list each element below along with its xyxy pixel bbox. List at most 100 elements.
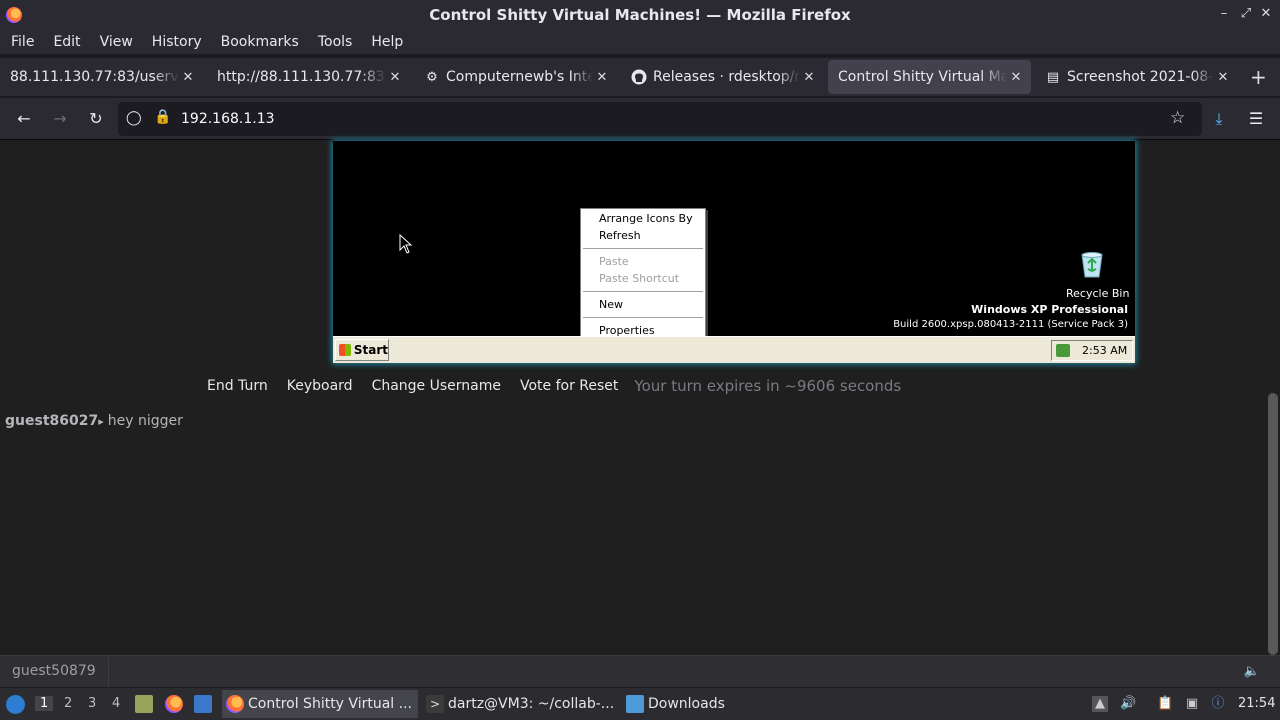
ctx-item-paste-shortcut[interactable]: Paste Shortcut: [599, 271, 679, 287]
recycle-bin-label: Recycle Bin: [1066, 287, 1130, 300]
maximize-icon[interactable]: ⤢: [1238, 6, 1254, 22]
title-bar: Control Shitty Virtual Machines! — Mozil…: [0, 0, 1280, 30]
end-turn-button[interactable]: End Turn: [207, 378, 268, 394]
shield-icon[interactable]: ◯: [126, 110, 142, 126]
minimize-icon[interactable]: –: [1216, 6, 1232, 22]
menu-bar: File Edit View History Bookmarks Tools H…: [0, 30, 1280, 54]
task-downloads[interactable]: Downloads: [622, 690, 732, 718]
vm-action-bar: End Turn Keyboard Change Username Vote f…: [207, 377, 901, 395]
tab-computernewb[interactable]: ⚙ Computernewb's Inter ✕: [414, 60, 617, 94]
change-username-button[interactable]: Change Username: [372, 378, 501, 394]
terminal-icon: >: [426, 695, 444, 713]
tab-close-icon[interactable]: ✕: [1214, 70, 1232, 85]
tab-close-icon[interactable]: ✕: [1007, 70, 1025, 85]
windows-flag-icon: [339, 344, 351, 356]
vm-clock: 2:53 AM: [1082, 344, 1128, 357]
volume-icon[interactable]: 🔈: [1243, 664, 1261, 680]
ctx-item-arrange-icons[interactable]: Arrange Icons By ▶: [599, 211, 717, 227]
vm-screen[interactable]: Arrange Icons By ▶ Refresh Paste Paste S…: [333, 141, 1135, 363]
tab-close-icon[interactable]: ✕: [800, 70, 818, 85]
forward-button[interactable]: →: [49, 108, 71, 130]
submenu-arrow-icon: ▶: [710, 300, 717, 309]
task-label: Downloads: [648, 696, 725, 712]
lock-icon[interactable]: 🔒: [154, 109, 171, 125]
chat-input-bar: guest50879 🔈: [0, 655, 1280, 687]
workspace-3[interactable]: 3: [88, 696, 96, 711]
bookmark-star-icon[interactable]: ☆: [1170, 108, 1185, 128]
tab-screenshot[interactable]: ▤ Screenshot 2021-08-2 ✕: [1035, 60, 1238, 94]
tab-close-icon[interactable]: ✕: [386, 70, 404, 85]
ctx-item-refresh[interactable]: Refresh: [599, 228, 641, 244]
ctx-label: Refresh: [599, 229, 641, 242]
navigation-toolbar: ← → ↻ ◯ 🔒 192.168.1.13 ☆ ⤓ ☰: [0, 98, 1280, 140]
url-bar[interactable]: ◯ 🔒 192.168.1.13 ☆: [118, 102, 1202, 136]
ctx-label: New: [599, 298, 623, 311]
vm-taskbar: Start 2:53 AM: [333, 336, 1135, 363]
menu-bookmarks[interactable]: Bookmarks: [213, 34, 307, 50]
back-button[interactable]: ←: [13, 108, 35, 130]
close-icon[interactable]: ✕: [1258, 6, 1274, 22]
start-label: Start: [353, 343, 388, 357]
ctx-item-paste[interactable]: Paste: [599, 254, 629, 270]
hamburger-menu-icon[interactable]: ☰: [1245, 108, 1267, 130]
network-tray-icon[interactable]: [1056, 344, 1070, 357]
windows-edition-text: Windows XP Professional: [971, 303, 1128, 316]
current-username[interactable]: guest50879: [12, 663, 96, 679]
tab-releases[interactable]: Releases · rdesktop/rd ✕: [621, 60, 824, 94]
tray-expand-icon[interactable]: ▲: [1092, 696, 1108, 712]
vote-reset-button[interactable]: Vote for Reset: [520, 378, 618, 394]
task-label: dartz@VM3: ~/collab-...: [448, 696, 615, 712]
workspace-4[interactable]: 4: [112, 696, 120, 711]
chat-input[interactable]: [108, 657, 1238, 687]
page-scrollbar[interactable]: [1268, 393, 1278, 655]
menu-view[interactable]: View: [92, 34, 141, 50]
menu-edit[interactable]: Edit: [45, 34, 88, 50]
tab-control-vm[interactable]: Control Shitty Virtual Mac ✕: [828, 60, 1031, 94]
tab-close-icon[interactable]: ✕: [593, 70, 611, 85]
firefox-logo-icon: [6, 7, 22, 23]
os-taskbar: 1 2 3 4 Control Shitty Virtual ... > dar…: [0, 688, 1280, 720]
tab-label: Screenshot 2021-08-2: [1067, 69, 1214, 85]
tab-http[interactable]: http://88.111.130.77:83/u ✕: [207, 60, 410, 94]
downloads-icon[interactable]: ⤓: [1208, 108, 1230, 130]
volume-tray-icon[interactable]: 🔊: [1120, 696, 1136, 712]
desktop-context-menu: Arrange Icons By ▶ Refresh Paste Paste S…: [580, 208, 717, 342]
chat-username: guest86027: [5, 413, 99, 429]
app-menu-icon[interactable]: [6, 695, 25, 714]
keyboard-button[interactable]: Keyboard: [287, 378, 353, 394]
notification-tray-icon[interactable]: ⓘ: [1210, 696, 1226, 712]
task-terminal[interactable]: > dartz@VM3: ~/collab-...: [422, 690, 618, 718]
menu-tools[interactable]: Tools: [310, 34, 361, 50]
ctx-separator: [583, 291, 703, 293]
tab-close-icon[interactable]: ✕: [179, 70, 197, 85]
desktop-launcher-icon[interactable]: [194, 695, 212, 713]
file-manager-launcher-icon[interactable]: [135, 695, 153, 713]
firefox-launcher-icon[interactable]: [165, 695, 183, 713]
folder-icon: [626, 695, 644, 713]
turn-status-text: Your turn expires in ~9606 seconds: [634, 377, 902, 395]
mouse-cursor-icon: [399, 234, 413, 254]
menu-help[interactable]: Help: [363, 34, 411, 50]
github-icon: [631, 69, 647, 85]
vm-system-tray: 2:53 AM: [1051, 340, 1133, 361]
submenu-arrow-icon: ▶: [710, 214, 717, 223]
menu-history[interactable]: History: [144, 34, 210, 50]
ctx-item-new[interactable]: New ▶: [599, 297, 717, 313]
new-tab-button[interactable]: +: [1250, 67, 1267, 87]
workspace-1[interactable]: 1: [35, 696, 54, 711]
display-tray-icon[interactable]: ▣: [1184, 696, 1200, 712]
workspace-2[interactable]: 2: [64, 696, 72, 711]
recycle-bin-icon[interactable]: [1077, 249, 1107, 279]
ctx-separator: [583, 317, 703, 319]
ctx-separator: [583, 248, 703, 250]
vm-start-button[interactable]: Start: [335, 339, 389, 361]
clipboard-tray-icon[interactable]: 📋: [1157, 696, 1173, 712]
url-text[interactable]: 192.168.1.13: [181, 111, 275, 127]
task-firefox[interactable]: Control Shitty Virtual ...: [222, 690, 418, 718]
reload-button[interactable]: ↻: [85, 108, 107, 130]
tab-label: http://88.111.130.77:83/u: [217, 69, 386, 85]
ctx-label: Paste Shortcut: [599, 272, 680, 285]
menu-file[interactable]: File: [3, 34, 42, 50]
tab-uservm[interactable]: 88.111.130.77:83/uservm ✕: [0, 60, 203, 94]
os-clock: 21:54: [1238, 696, 1276, 711]
